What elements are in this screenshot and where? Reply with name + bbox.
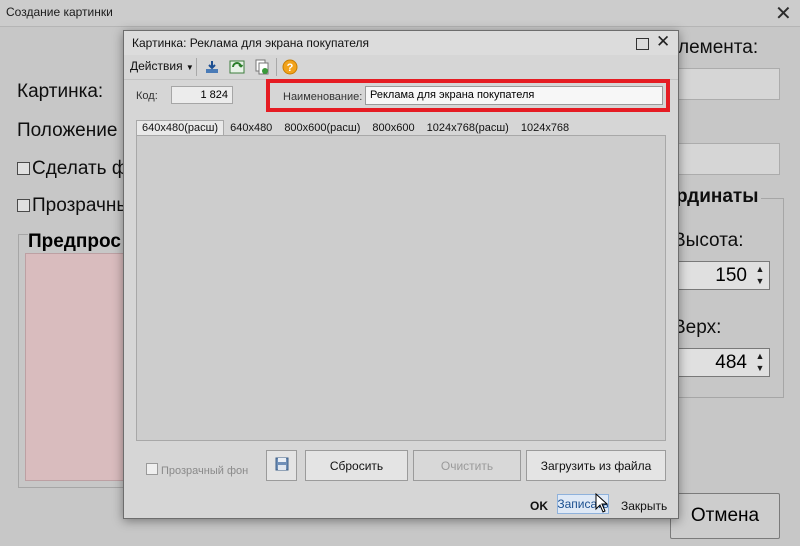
floppy-disk-icon [275, 457, 289, 474]
actions-menu[interactable]: Действия ▼ [130, 59, 194, 73]
svg-text:?: ? [287, 62, 294, 74]
code-label: Код: [136, 90, 158, 102]
load-from-file-button[interactable]: Загрузить из файла [526, 450, 666, 481]
import-icon[interactable] [204, 59, 220, 75]
dialog-title: Картинка: Реклама для экрана покупателя [132, 36, 370, 50]
copy-icon[interactable] [254, 59, 270, 75]
reset-button[interactable]: Сбросить [305, 450, 408, 481]
highlight-box [266, 79, 670, 112]
mouse-cursor-icon [595, 492, 609, 518]
picture-dialog: Картинка: Реклама для экрана покупателя … [123, 30, 679, 519]
refresh-icon[interactable] [229, 59, 245, 75]
dialog-toolbar: Действия ▼ ? [124, 55, 678, 80]
dialog-close-icon[interactable]: ✕ [656, 32, 670, 52]
code-field[interactable]: 1 824 [171, 86, 233, 104]
help-icon[interactable]: ? [282, 59, 298, 75]
ok-button[interactable]: OK [530, 499, 548, 513]
clear-button[interactable]: Очистить [413, 450, 521, 481]
transparent-bg-label: Прозрачный фон [161, 465, 249, 477]
image-panel [136, 135, 666, 441]
chevron-down-icon: ▼ [185, 63, 194, 72]
transparent-bg-checkbox[interactable]: Прозрачный фон [146, 463, 248, 477]
actions-menu-label: Действия [130, 59, 183, 73]
transparent-bg-checkbox-box[interactable] [146, 463, 158, 475]
close-button[interactable]: Закрыть [621, 499, 667, 513]
save-image-button[interactable] [266, 450, 297, 481]
dialog-titlebar: Картинка: Реклама для экрана покупателя … [124, 31, 678, 55]
maximize-icon[interactable] [636, 38, 649, 50]
resolution-tabs: 640x480(расш) 640x480 800x600(расш) 800x… [136, 120, 575, 137]
toolbar-separator [276, 58, 277, 76]
toolbar-separator [196, 58, 197, 76]
